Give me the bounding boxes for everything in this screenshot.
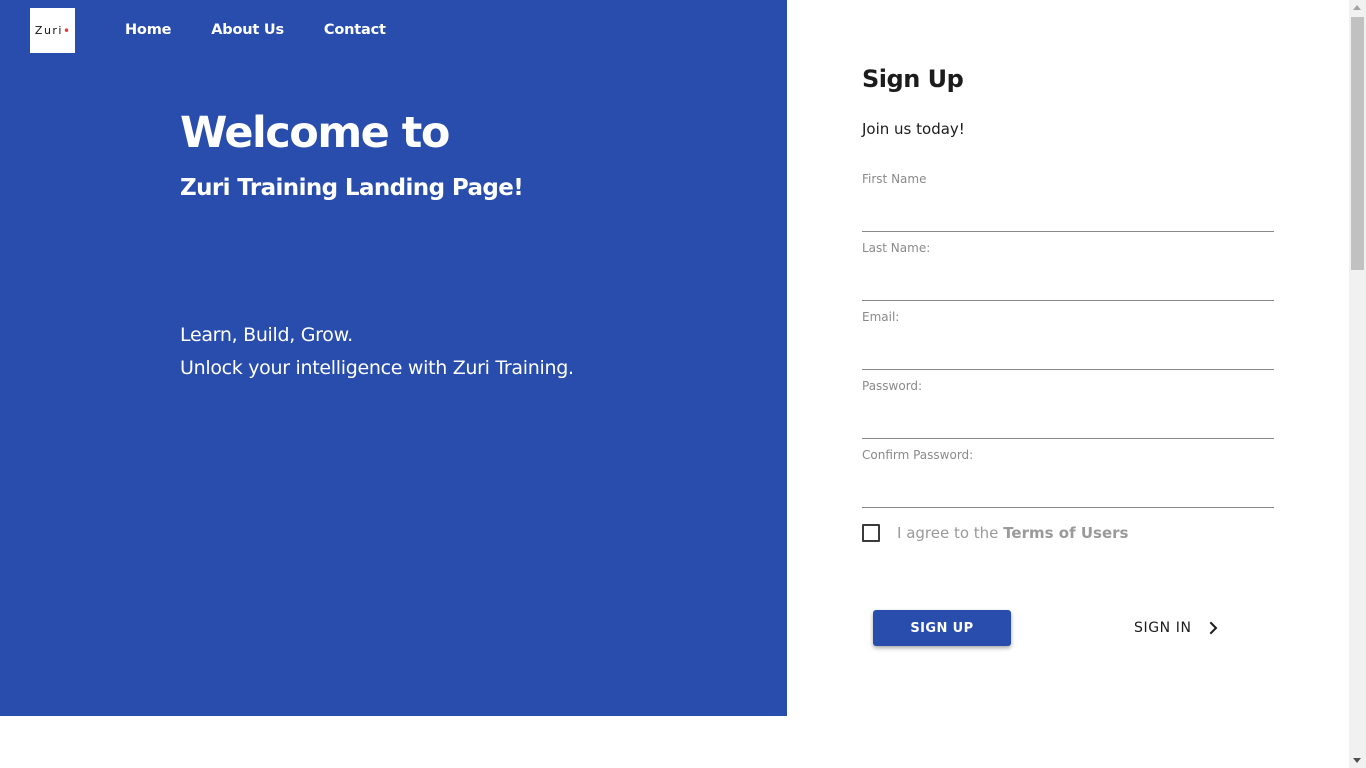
top-nav: Home About Us Contact [125,20,426,40]
scroll-up-arrow-icon[interactable] [1353,5,1361,10]
nav-item-about-us[interactable]: About Us [211,20,284,40]
signin-label: SIGN IN [1134,620,1192,636]
tagline-line-1: Learn, Build, Grow. [180,324,353,346]
first-name-input[interactable] [862,203,1274,229]
confirm-password-label: Confirm Password: [862,448,974,462]
page-scrollbar[interactable] [1349,0,1366,768]
email-label: Email: [862,310,900,324]
signup-button[interactable]: SIGN UP [873,610,1011,646]
zuri-logo[interactable]: Zuri • [30,8,75,53]
page: Zuri • Home About Us Contact Welcome to Z… [0,0,1366,768]
last-name-label: Last Name: [862,241,931,255]
last-name-field: Last Name: [862,240,1274,301]
email-input[interactable] [862,341,1274,367]
password-field: Password: [862,378,1274,439]
logo-dot: • [63,23,71,38]
logo-text: Zuri [34,24,63,37]
signup-title: Sign Up [862,65,964,93]
first-name-field: First Name [862,171,1274,232]
email-field: Email: [862,309,1274,370]
agree-prefix: I agree to the [897,524,1004,542]
signin-link[interactable]: SIGN IN [1134,617,1220,639]
terms-agreement: I agree to the Terms of Users [862,522,1128,544]
terms-checkbox[interactable] [862,524,880,542]
nav-item-contact[interactable]: Contact [324,20,386,40]
scroll-down-arrow-icon[interactable] [1353,758,1361,763]
hero-panel: Zuri • Home About Us Contact Welcome to Z… [0,0,787,716]
hero-tagline: Learn, Build, Grow. Unlock your intellig… [180,319,574,385]
last-name-input[interactable] [862,272,1274,298]
password-input[interactable] [862,410,1274,436]
hero-subtitle: Zuri Training Landing Page! [180,175,524,201]
confirm-password-input[interactable] [862,479,1274,505]
terms-link[interactable]: Terms of Users [1003,524,1128,542]
hero-title: Welcome to [180,108,450,158]
signup-lead: Join us today! [862,120,965,138]
terms-agreement-text: I agree to the Terms of Users [897,522,1128,544]
tagline-line-2: Unlock your intelligence with Zuri Train… [180,357,574,379]
nav-item-home[interactable]: Home [125,20,171,40]
signup-panel: Sign Up Join us today! First Name Last N… [787,0,1349,768]
chevron-right-icon [1208,621,1220,635]
scrollbar-thumb[interactable] [1351,17,1364,270]
confirm-password-field: Confirm Password: [862,447,1274,508]
first-name-label: First Name [862,172,927,186]
password-label: Password: [862,379,923,393]
